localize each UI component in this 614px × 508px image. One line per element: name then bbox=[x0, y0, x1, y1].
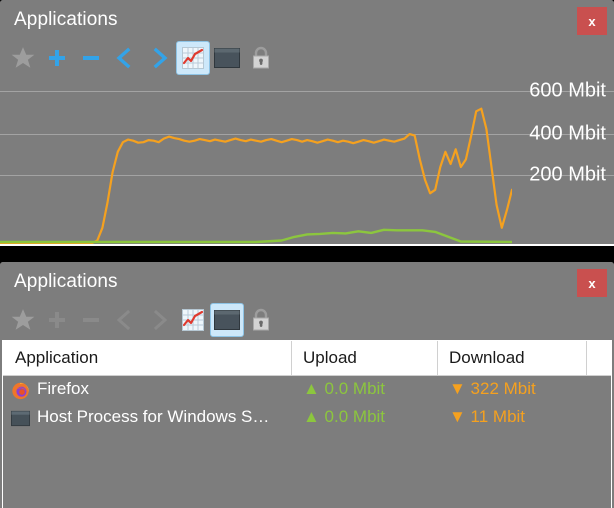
table-header-row: Application Upload Download bbox=[3, 341, 611, 376]
download-series-line bbox=[0, 107, 512, 245]
back-icon bbox=[108, 303, 142, 337]
table-window-titlebar[interactable]: Applications x bbox=[0, 262, 614, 300]
graph-window: Applications x 600 Mbit 400 Mbit 200 Mbi… bbox=[0, 0, 614, 246]
column-divider[interactable] bbox=[291, 341, 292, 375]
upload-series-line bbox=[0, 228, 512, 244]
table-window-toolbar bbox=[0, 300, 614, 340]
close-button[interactable]: x bbox=[577, 269, 607, 297]
column-header-application[interactable]: Application bbox=[15, 348, 98, 368]
graph-window-title: Applications bbox=[14, 9, 118, 30]
cell-download: ▼ 322 Mbit bbox=[449, 379, 536, 398]
favorites-star-icon[interactable] bbox=[6, 41, 40, 75]
y-axis-label-200: 200 Mbit bbox=[529, 163, 606, 186]
cell-application: Host Process for Windows S… bbox=[37, 407, 270, 426]
add-icon bbox=[40, 303, 74, 337]
graph-window-titlebar[interactable]: Applications x bbox=[0, 0, 614, 38]
network-graph: 600 Mbit 400 Mbit 200 Mbit bbox=[0, 78, 614, 246]
add-icon[interactable] bbox=[40, 41, 74, 75]
screen: Applications x 600 Mbit 400 Mbit 200 Mbi… bbox=[0, 0, 614, 508]
y-axis-label-600: 600 Mbit bbox=[529, 79, 606, 102]
forward-icon bbox=[142, 303, 176, 337]
host-process-icon bbox=[11, 410, 30, 427]
favorites-star-icon[interactable] bbox=[6, 303, 40, 337]
cell-download: ▼ 11 Mbit bbox=[449, 407, 526, 426]
close-button[interactable]: x bbox=[577, 7, 607, 35]
lock-icon[interactable] bbox=[244, 41, 278, 75]
applications-table: Application Upload Download Firefox ▲ 0.… bbox=[2, 340, 612, 508]
table-row[interactable]: Firefox ▲ 0.0 Mbit ▼ 322 Mbit bbox=[3, 376, 611, 404]
lock-icon[interactable] bbox=[244, 303, 278, 337]
cell-upload: ▲ 0.0 Mbit bbox=[303, 379, 386, 398]
column-divider[interactable] bbox=[586, 341, 587, 375]
table-window: Applications x Application Upload Downlo… bbox=[0, 262, 614, 508]
graph-view-icon[interactable] bbox=[176, 303, 210, 337]
table-window-title: Applications bbox=[14, 271, 118, 292]
column-divider[interactable] bbox=[437, 341, 438, 375]
remove-icon[interactable] bbox=[74, 41, 108, 75]
cell-application: Firefox bbox=[37, 379, 89, 398]
remove-icon bbox=[74, 303, 108, 337]
column-header-download[interactable]: Download bbox=[449, 348, 525, 368]
back-icon[interactable] bbox=[108, 41, 142, 75]
graph-window-toolbar bbox=[0, 38, 614, 78]
cell-upload: ▲ 0.0 Mbit bbox=[303, 407, 386, 426]
graph-view-icon[interactable] bbox=[176, 41, 210, 75]
table-row[interactable]: Host Process for Windows S… ▲ 0.0 Mbit ▼… bbox=[3, 404, 611, 432]
table-view-icon[interactable] bbox=[210, 41, 244, 75]
firefox-icon bbox=[12, 382, 29, 400]
column-header-upload[interactable]: Upload bbox=[303, 348, 357, 368]
y-axis-label-400: 400 Mbit bbox=[529, 122, 606, 145]
graph-plot bbox=[0, 107, 512, 245]
table-view-icon[interactable] bbox=[210, 303, 244, 337]
forward-icon[interactable] bbox=[142, 41, 176, 75]
